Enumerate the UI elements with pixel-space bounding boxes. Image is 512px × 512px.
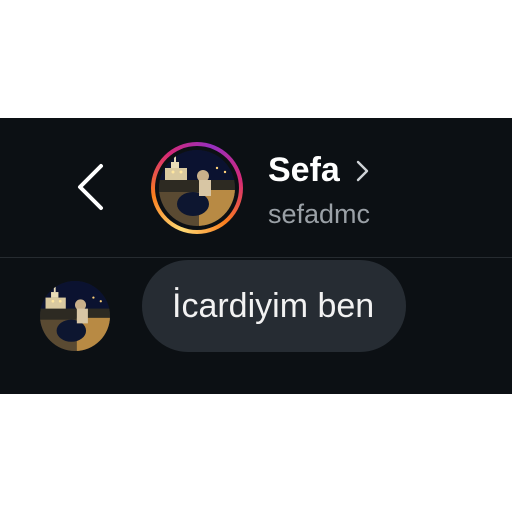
profile-avatar-story-ring[interactable] [151,142,243,234]
sender-avatar-image [40,281,110,351]
chevron-left-icon [78,164,103,210]
back-button[interactable] [64,156,116,218]
profile-name-row[interactable]: Sefa [268,150,498,190]
profile-info: Sefa sefadmc [268,150,498,230]
header-divider [0,257,512,258]
chevron-right-icon [356,160,369,182]
display-name: Sefa [268,151,340,189]
chat-header: Sefa sefadmc [0,118,512,258]
message-bubble[interactable]: İcardiyim ben [142,260,407,352]
username: sefadmc [268,199,371,229]
story-ring-gap [155,146,239,230]
chat-screen: Sefa sefadmc İcardiyim ben [0,118,512,394]
message-sender-avatar[interactable] [40,281,110,351]
profile-avatar [159,150,235,226]
message-text: İcardiyim ben [172,286,375,325]
